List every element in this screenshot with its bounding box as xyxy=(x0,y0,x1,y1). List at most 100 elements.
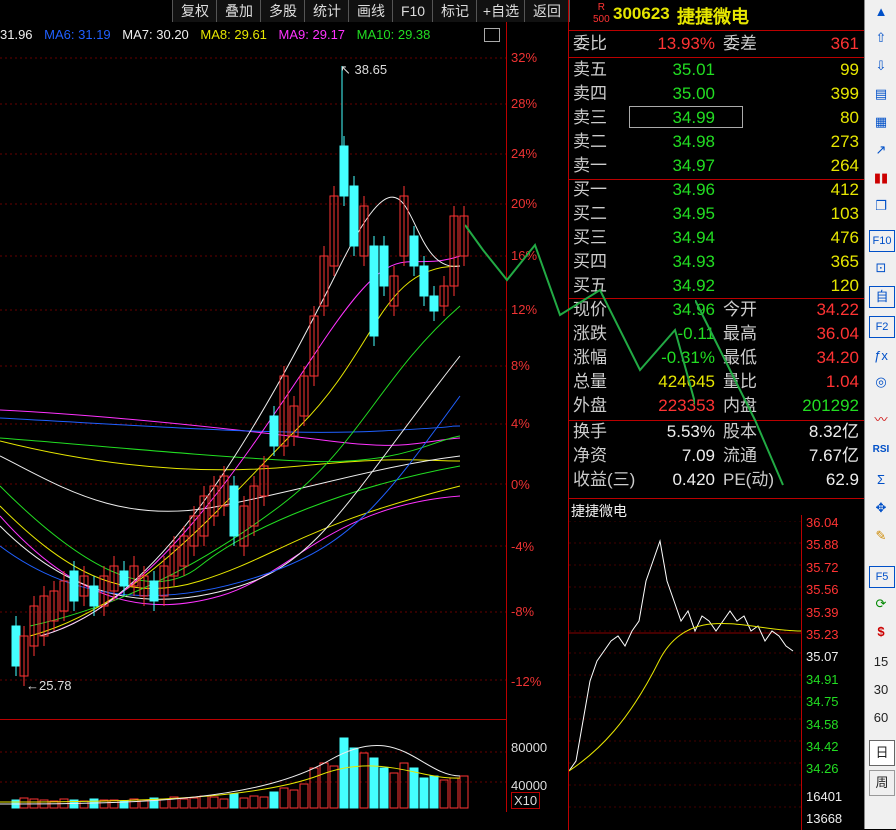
row-value-2: 8.32亿 xyxy=(808,422,859,441)
pct-label: 32% xyxy=(511,50,538,65)
fuquan-button[interactable]: 复权 xyxy=(172,0,218,22)
row-label: 卖一 xyxy=(573,156,607,175)
info-icon[interactable]: ⊡ xyxy=(869,258,893,278)
f10-icon[interactable]: F10 xyxy=(869,230,895,252)
volume-bar xyxy=(239,797,249,809)
volume-bar xyxy=(389,772,399,809)
period-60[interactable]: 60 xyxy=(869,708,893,728)
quote-header: R 500 300623 捷捷微电 xyxy=(569,0,865,31)
volume-bar xyxy=(79,800,89,809)
badge-bottom: 500 xyxy=(593,14,610,25)
period-15[interactable]: 15 xyxy=(869,652,893,672)
volume-bar xyxy=(229,793,239,809)
ma-close: 31.96 xyxy=(0,27,33,42)
volume-bar xyxy=(459,775,469,809)
row-value-2: 62.9 xyxy=(825,470,859,489)
refresh-icon[interactable]: ⟳ xyxy=(869,594,893,614)
row-value-2: 1.04 xyxy=(825,372,859,391)
ma7-value: MA7: 30.20 xyxy=(122,27,189,42)
f2-icon[interactable]: F2 xyxy=(869,316,895,338)
row-value-2: 476 xyxy=(830,228,859,247)
arrow-down-icon[interactable]: ⇩ xyxy=(869,56,893,76)
intraday-price-line xyxy=(569,539,794,772)
volume-bar xyxy=(379,767,389,809)
pencil-icon[interactable]: ✎ xyxy=(869,526,893,546)
restore-icon[interactable] xyxy=(484,28,500,42)
pct-label: -4% xyxy=(511,539,535,554)
volume-bar xyxy=(329,765,339,809)
report-icon[interactable]: ▤ xyxy=(869,84,893,104)
period-week[interactable]: 周 xyxy=(869,770,895,796)
wave-icon[interactable]: 〰 xyxy=(869,410,893,430)
volume-bar xyxy=(349,747,359,809)
mark-button[interactable]: 标记 xyxy=(432,0,478,22)
sigma-icon[interactable]: Σ xyxy=(869,470,893,490)
volume-bar xyxy=(419,777,429,809)
candle-body xyxy=(379,245,389,287)
overlay-button[interactable]: 叠加 xyxy=(216,0,262,22)
f5-icon[interactable]: F5 xyxy=(869,566,895,588)
pct-label: 20% xyxy=(511,196,538,211)
row-label: 买一 xyxy=(573,180,607,199)
intraday-price-label: 35.72 xyxy=(806,559,839,575)
ma-curve xyxy=(0,435,461,463)
volume-bar xyxy=(359,752,369,809)
vol-unit: X10 xyxy=(511,792,541,809)
f10-button[interactable]: F10 xyxy=(392,0,434,22)
draw-line-button[interactable]: 画线 xyxy=(348,0,394,22)
candle-body xyxy=(69,570,79,602)
low-value: 25.78 xyxy=(39,678,72,693)
multi-stock-button[interactable]: 多股 xyxy=(260,0,306,22)
candle-body xyxy=(339,145,349,197)
r-badge: R 500 xyxy=(593,2,610,26)
row-value: 34.98 xyxy=(672,132,715,151)
self-select-icon[interactable]: 自 xyxy=(869,286,895,308)
volume-bar xyxy=(309,767,319,809)
arrow-up-icon[interactable]: ⇧ xyxy=(869,28,893,48)
chart-toolbar: 复权 叠加 多股 统计 画线 F10 标记 +自选 返回 xyxy=(0,0,570,22)
row-value-2: 7.67亿 xyxy=(808,446,859,465)
sell-row: 卖一 34.97 264 xyxy=(573,154,863,178)
period-day[interactable]: 日 xyxy=(869,740,895,766)
candle-icon[interactable]: ▮▮ xyxy=(869,168,893,188)
volume-bar xyxy=(289,789,299,809)
high-value: 38.65 xyxy=(354,62,388,77)
back-button[interactable]: 返回 xyxy=(524,0,570,22)
row-value-2: 120 xyxy=(830,276,859,295)
hand-drawn-line-2 xyxy=(695,300,784,486)
row-label: 卖五 xyxy=(573,60,607,79)
ma-curve xyxy=(0,417,461,433)
row-value-2: 34.22 xyxy=(816,300,859,319)
row-value-2: 412 xyxy=(830,180,859,199)
row-value-2: 201292 xyxy=(802,396,859,415)
low-arrow-icon: ← xyxy=(26,678,39,693)
move-icon[interactable]: ✥ xyxy=(869,498,893,518)
intraday-price-label: 35.07 xyxy=(806,649,839,665)
vol-axis-label: 80000 xyxy=(511,740,548,755)
candle-body xyxy=(419,265,429,297)
volume-bar xyxy=(19,797,29,809)
table-icon[interactable]: ▦ xyxy=(869,112,893,132)
row-label: 卖三 xyxy=(573,108,607,127)
row-label: 卖二 xyxy=(573,132,607,151)
row-value-2: 34.20 xyxy=(816,348,859,367)
row-value: 34.96 xyxy=(672,180,715,199)
copy-icon[interactable]: ❐ xyxy=(869,196,893,216)
line-chart-icon[interactable]: ↗ xyxy=(869,140,893,160)
selected-cell xyxy=(629,106,743,128)
intraday-vol-label: 13668 xyxy=(806,811,843,826)
volume-bar xyxy=(319,762,329,809)
rsi-icon[interactable]: RSI xyxy=(869,440,893,460)
statistics-button[interactable]: 统计 xyxy=(304,0,350,22)
fx-icon[interactable]: ƒx xyxy=(869,346,893,366)
dollar-icon[interactable]: $ xyxy=(869,622,893,642)
intraday-price-label: 36.04 xyxy=(806,515,839,530)
add-watchlist-button[interactable]: +自选 xyxy=(476,0,526,22)
volume-bar xyxy=(269,791,279,809)
weicha-value: 361 xyxy=(830,34,859,53)
period-30[interactable]: 30 xyxy=(869,680,893,700)
scroll-up-icon[interactable]: ▲ xyxy=(869,2,893,22)
circle-icon[interactable]: ◎ xyxy=(869,372,893,392)
stock-name: 捷捷微电 xyxy=(677,7,749,27)
ma8-value: MA8: 29.61 xyxy=(200,27,267,42)
